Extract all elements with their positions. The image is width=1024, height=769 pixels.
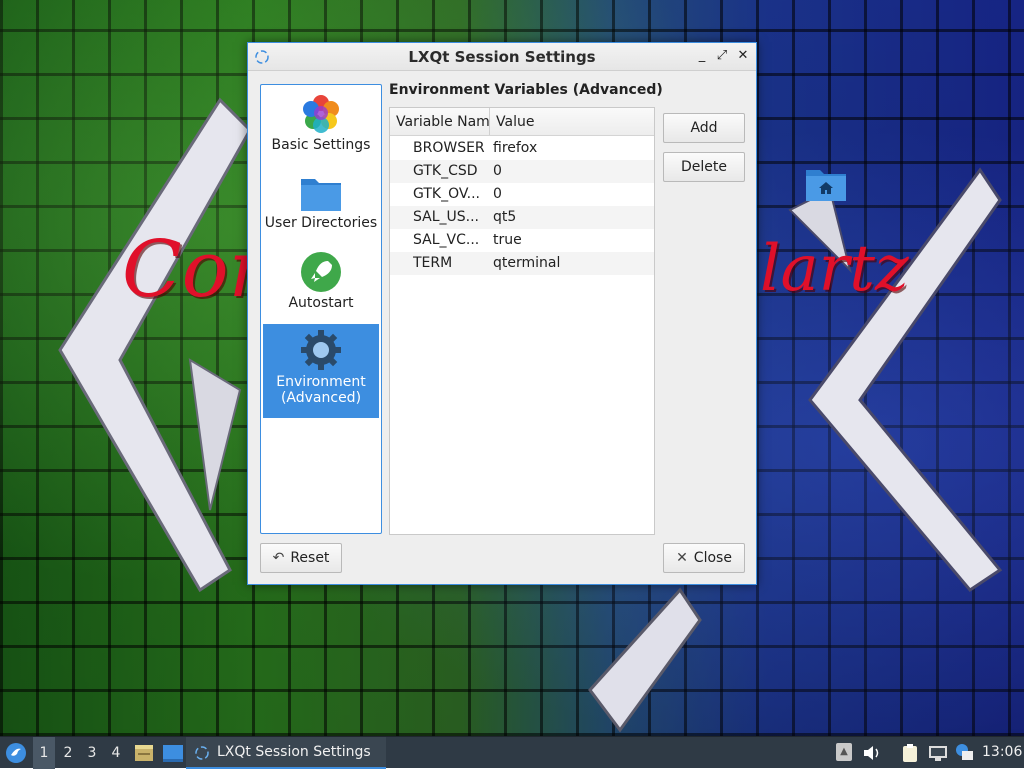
sidebar-item-label: User Directories	[264, 215, 378, 231]
multicolor-flower-icon	[303, 95, 339, 133]
close-icon: ✕	[676, 550, 688, 566]
variable-value-cell: firefox	[493, 140, 538, 156]
undo-icon: ↶	[272, 550, 285, 566]
column-header-name[interactable]: Variable Nam	[396, 114, 490, 130]
sidebar-item-label: Autostart	[288, 295, 354, 311]
variable-name-cell: SAL_US...	[413, 209, 480, 225]
window-titlebar[interactable]: LXQt Session Settings _ ⤢ ✕	[248, 43, 756, 71]
folder-icon	[301, 179, 341, 211]
minimize-button[interactable]: _	[694, 48, 710, 64]
variable-value-cell: true	[493, 232, 522, 248]
close-window-button[interactable]: ✕	[735, 48, 751, 64]
close-button[interactable]: ✕ Close	[663, 543, 745, 573]
wallpaper-arrow-right	[788, 167, 1003, 592]
gear-icon	[301, 330, 341, 370]
home-folder-icon[interactable]	[805, 166, 847, 202]
column-header-value[interactable]: Value	[496, 114, 534, 130]
variable-value-cell: qt5	[493, 209, 517, 225]
sidebar-item-user-directories[interactable]: User Directories	[263, 169, 379, 247]
sidebar-item-label: Basic Settings	[271, 137, 371, 153]
window-title: LXQt Session Settings	[408, 48, 596, 66]
task-label: LXQt Session Settings	[217, 744, 371, 760]
start-menu-icon[interactable]	[4, 741, 28, 765]
sidebar-item-basic-settings[interactable]: Basic Settings	[263, 89, 379, 167]
tray-arrow-icon[interactable]: ▲	[836, 743, 852, 761]
rocket-icon	[301, 252, 341, 292]
table-header: Variable Nam Value	[390, 108, 654, 136]
env-variables-table[interactable]: Variable Nam Value BROWSER firefox GTK_C…	[389, 107, 655, 535]
desktop-switch-1[interactable]: 1	[33, 737, 55, 769]
sidebar-item-label: Environment (Advanced)	[276, 374, 366, 406]
file-manager-icon[interactable]	[134, 743, 154, 763]
clipboard-icon[interactable]	[900, 743, 920, 763]
close-label: Close	[693, 550, 732, 566]
add-button[interactable]: Add	[663, 113, 745, 143]
desktop-switch-2[interactable]: 2	[57, 737, 79, 769]
update-notifier-icon[interactable]	[954, 742, 974, 762]
table-row[interactable]: GTK_OV... 0	[390, 183, 654, 206]
show-desktop-icon[interactable]	[162, 743, 184, 763]
table-row[interactable]: TERM qterminal	[390, 252, 654, 275]
variable-name-cell: BROWSER	[413, 140, 485, 156]
desktop-switch-4[interactable]: 4	[105, 737, 127, 769]
variable-value-cell: 0	[493, 186, 502, 202]
maximize-button[interactable]: ⤢	[714, 48, 730, 64]
variable-name-cell: GTK_OV...	[413, 186, 480, 202]
section-title: Environment Variables (Advanced)	[389, 82, 663, 98]
settings-sidebar: Basic Settings User Directories Autostar…	[260, 84, 382, 534]
task-button-session-settings[interactable]: LXQt Session Settings	[186, 737, 386, 769]
volume-icon[interactable]	[862, 744, 882, 762]
variable-name-cell: TERM	[413, 255, 453, 271]
table-row[interactable]: SAL_US... qt5	[390, 206, 654, 229]
variable-name-cell: GTK_CSD	[413, 163, 478, 179]
session-settings-window: LXQt Session Settings _ ⤢ ✕ Basic Settin…	[247, 42, 757, 585]
desktop-switch-3[interactable]: 3	[81, 737, 103, 769]
table-row[interactable]: GTK_CSD 0	[390, 160, 654, 183]
variable-value-cell: qterminal	[493, 255, 561, 271]
wallpaper-arrow-left	[58, 97, 252, 593]
sidebar-item-environment[interactable]: Environment (Advanced)	[263, 324, 379, 418]
lxqt-app-icon	[195, 746, 209, 760]
wallpaper-arrow-bottom	[588, 587, 702, 733]
reset-button[interactable]: ↶ Reset	[260, 543, 342, 573]
reset-label: Reset	[290, 550, 330, 566]
table-row[interactable]: BROWSER firefox	[390, 137, 654, 160]
taskbar: 1 2 3 4 LXQt Session Settings ▲ 13:06	[0, 736, 1024, 769]
variable-name-cell: SAL_VC...	[413, 232, 480, 248]
wallpaper-text-right: lartz	[760, 232, 909, 306]
variable-value-cell: 0	[493, 163, 502, 179]
network-icon[interactable]	[928, 744, 948, 762]
table-row[interactable]: SAL_VC... true	[390, 229, 654, 252]
delete-button[interactable]: Delete	[663, 152, 745, 182]
taskbar-clock[interactable]: 13:06	[982, 744, 1022, 760]
sidebar-item-autostart[interactable]: Autostart	[263, 247, 379, 325]
